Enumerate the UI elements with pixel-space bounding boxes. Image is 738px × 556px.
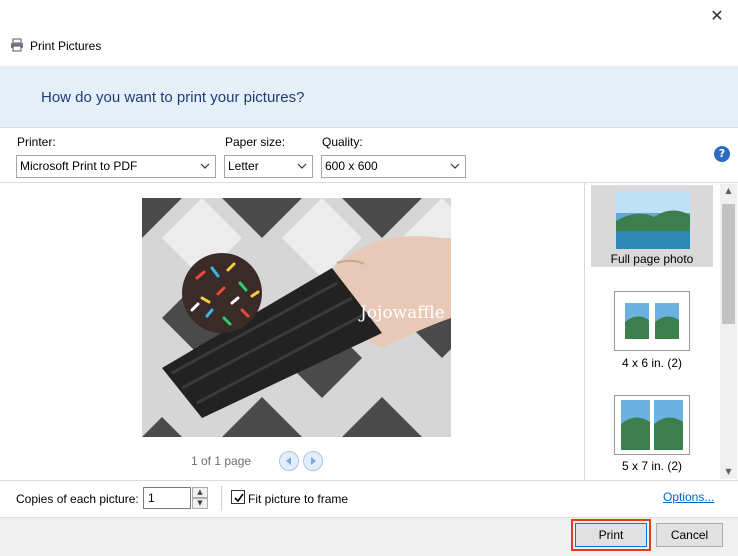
- printer-value: Microsoft Print to PDF: [20, 159, 138, 173]
- chevron-down-icon: [199, 156, 211, 177]
- window-title: Print Pictures: [30, 39, 102, 53]
- spin-up-icon[interactable]: ▲: [192, 487, 208, 498]
- title-bar: [0, 0, 738, 66]
- layout-item-5x7[interactable]: 5 x 7 in. (2): [591, 395, 713, 480]
- checkmark-icon: [234, 493, 244, 503]
- chevron-down-icon: [449, 156, 461, 177]
- layout-scrollbar[interactable]: ▲ ▼: [720, 184, 737, 479]
- layout-list: Full page photo 4 x 6 in. (2) 5 x 7 in. …: [584, 183, 738, 480]
- page-count: 1 of 1 page: [191, 454, 252, 468]
- previous-page-button[interactable]: [279, 451, 299, 471]
- photo-watermark: Jojowaffle: [358, 303, 445, 323]
- 5x7-thumbnail: [614, 395, 690, 455]
- fit-picture-label[interactable]: Fit picture to frame: [248, 492, 348, 506]
- preview-photo: Jojowaffle: [142, 198, 451, 437]
- paper-size-label: Paper size:: [225, 135, 286, 149]
- full-page-thumbnail: [616, 191, 690, 249]
- help-icon[interactable]: ?: [714, 146, 730, 162]
- print-button[interactable]: Print: [575, 523, 647, 547]
- printer-label: Printer:: [17, 135, 56, 149]
- scroll-down-icon[interactable]: ▼: [720, 465, 737, 479]
- scroll-thumb[interactable]: [722, 204, 735, 324]
- quality-value: 600 x 600: [325, 159, 378, 173]
- chevron-down-icon: [296, 156, 308, 177]
- options-link[interactable]: Options...: [663, 490, 714, 504]
- fit-picture-checkbox[interactable]: [231, 490, 245, 504]
- layout-label: 4 x 6 in. (2): [621, 356, 683, 370]
- divider: [221, 486, 222, 511]
- layout-label: 5 x 7 in. (2): [621, 459, 683, 473]
- next-page-button[interactable]: [303, 451, 323, 471]
- copies-label: Copies of each picture:: [16, 492, 139, 506]
- layout-item-4x6[interactable]: 4 x 6 in. (2): [591, 291, 713, 371]
- paper-size-select[interactable]: Letter: [224, 155, 313, 178]
- quality-select[interactable]: 600 x 600: [321, 155, 466, 178]
- scroll-up-icon[interactable]: ▲: [720, 184, 737, 198]
- close-icon[interactable]: ✕: [706, 6, 728, 26]
- layout-item-full-page[interactable]: Full page photo: [591, 185, 713, 267]
- cancel-button[interactable]: Cancel: [656, 523, 723, 547]
- quality-label: Quality:: [322, 135, 363, 149]
- banner-question: How do you want to print your pictures?: [41, 89, 305, 106]
- 4x6-thumbnail: [614, 291, 690, 351]
- printer-select[interactable]: Microsoft Print to PDF: [16, 155, 216, 178]
- paper-size-value: Letter: [228, 159, 259, 173]
- layout-label: Full page photo: [610, 252, 694, 266]
- spin-down-icon[interactable]: ▼: [192, 498, 208, 509]
- printer-icon: [10, 38, 24, 52]
- copies-input[interactable]: 1: [143, 487, 191, 509]
